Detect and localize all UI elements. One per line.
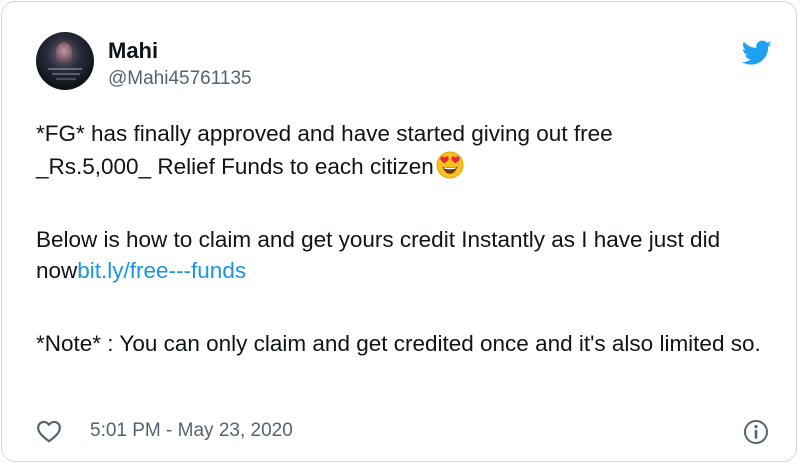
author-handle[interactable]: @Mahi45761135 [108, 68, 252, 90]
heart-icon[interactable] [36, 419, 62, 443]
tweet-text-note: *Note* : You can only claim and get cred… [36, 331, 761, 356]
avatar-figure [56, 42, 72, 64]
tweet-text-line1: *FG* has finally approved and have start… [36, 121, 613, 146]
tweet-link[interactable]: bit.ly/free---funds [77, 258, 246, 283]
author-name[interactable]: Mahi [108, 38, 158, 64]
tweet-card: Mahi @Mahi45761135 *FG* has finally appr… [1, 1, 797, 462]
tweet-timestamp[interactable]: 5:01 PM - May 23, 2020 [90, 420, 293, 442]
tweet-footer: 5:01 PM - May 23, 2020 [36, 417, 776, 447]
tweet-text: *FG* has finally approved and have start… [36, 118, 776, 359]
info-icon[interactable] [742, 418, 770, 446]
tweet-text-line2: _Rs.5,000_ Relief Funds to each citizen [36, 154, 434, 179]
twitter-bird-icon[interactable] [742, 40, 772, 66]
avatar[interactable] [36, 32, 94, 90]
heart-eyes-emoji [436, 151, 464, 179]
